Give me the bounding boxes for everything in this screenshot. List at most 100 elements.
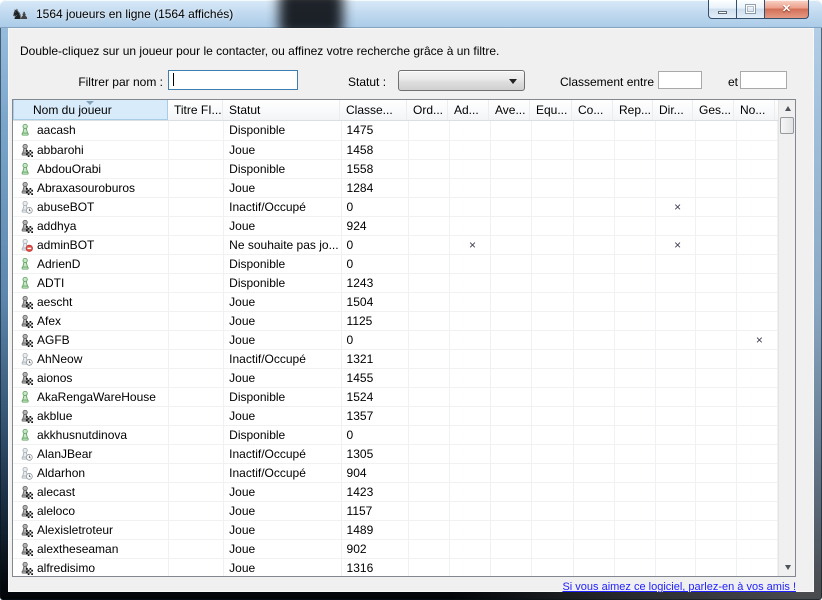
ave-mark-cell <box>491 463 532 482</box>
table-row[interactable]: AGFBJoue0× <box>13 330 778 349</box>
table-row[interactable]: AfexJoue1125 <box>13 311 778 330</box>
classement-cell: 0 <box>341 330 408 349</box>
minimize-button[interactable] <box>708 0 737 19</box>
rating-max-input[interactable] <box>740 71 787 89</box>
equ-mark-cell <box>532 311 574 330</box>
titre-cell <box>169 292 224 311</box>
rating-min-input[interactable] <box>658 71 702 89</box>
table-row[interactable]: akblueJoue1357 <box>13 406 778 425</box>
table-row[interactable]: AhNeowInactif/Occupé1321 <box>13 349 778 368</box>
column-header-name[interactable]: Nom du joueur <box>13 100 168 120</box>
table-row[interactable]: AldarhonInactif/Occupé904 <box>13 463 778 482</box>
no-mark-cell <box>736 178 777 197</box>
column-header-ges[interactable]: Ges... <box>693 100 734 120</box>
table-row[interactable]: adminBOTNe souhaite pas jo...0×× <box>13 235 778 254</box>
co-mark-cell <box>574 197 615 216</box>
column-header-ave[interactable]: Ave... <box>489 100 530 120</box>
dir-mark-cell <box>655 254 695 273</box>
scroll-down-button[interactable] <box>779 559 796 576</box>
ad-mark-cell <box>449 520 490 539</box>
table-row[interactable]: AlexisletroteurJoue1489 <box>13 520 778 539</box>
dir-mark-cell <box>655 311 695 330</box>
dir-mark-cell <box>655 140 695 159</box>
table-row[interactable]: addhyaJoue924 <box>13 216 778 235</box>
co-mark-cell <box>574 292 615 311</box>
player-name-cell: akkhusnutdinova <box>13 425 169 444</box>
scrollbar-thumb[interactable] <box>780 117 794 134</box>
ad-mark-cell <box>449 482 490 501</box>
share-link[interactable]: Si vous aimez ce logiciel, parlez-en à v… <box>562 581 796 593</box>
no-mark-cell <box>736 406 777 425</box>
ges-mark-cell <box>695 159 736 178</box>
column-header-titre[interactable]: Titre FI... <box>168 100 223 120</box>
player-name-cell: AbdouOrabi <box>13 159 169 178</box>
filter-rating-label: Classement entre <box>560 75 654 89</box>
close-button[interactable]: ✕ <box>764 0 809 19</box>
column-header-rep[interactable]: Rep... <box>613 100 653 120</box>
filter-name-input[interactable] <box>168 70 298 90</box>
pawn-available-icon <box>19 123 33 137</box>
titre-cell <box>169 387 224 406</box>
table-row[interactable]: AlanJBearInactif/Occupé1305 <box>13 444 778 463</box>
rep-mark-cell <box>615 140 655 159</box>
table-row[interactable]: alelocoJoue1157 <box>13 501 778 520</box>
column-header-ad[interactable]: Ad... <box>448 100 489 120</box>
equ-mark-cell <box>532 178 574 197</box>
table-rows-area: aacashDisponible1475abbarohiJoue1458Abdo… <box>13 121 778 576</box>
co-mark-cell <box>574 482 615 501</box>
column-header-dir[interactable]: Dir... <box>653 100 693 120</box>
equ-mark-cell <box>532 292 574 311</box>
column-header-co[interactable]: Co... <box>572 100 613 120</box>
ave-mark-cell <box>491 349 532 368</box>
pawn-playing-icon <box>19 314 33 328</box>
rep-mark-cell <box>615 558 655 576</box>
table-row[interactable]: AkaRengaWareHouseDisponible1524 <box>13 387 778 406</box>
sort-arrow-icon <box>86 101 94 105</box>
table-row[interactable]: ADTIDisponible1243 <box>13 273 778 292</box>
no-mark-cell <box>736 349 777 368</box>
co-mark-cell <box>574 444 615 463</box>
titre-cell <box>169 159 224 178</box>
ave-mark-cell <box>491 501 532 520</box>
rep-mark-cell <box>615 121 655 140</box>
ord-mark-cell <box>408 235 449 254</box>
ad-mark-cell <box>449 349 490 368</box>
table-row[interactable]: abuseBOTInactif/Occupé0× <box>13 197 778 216</box>
pawn-playing-icon <box>19 504 33 518</box>
scroll-up-button[interactable] <box>779 100 796 117</box>
player-name-cell: abuseBOT <box>13 197 169 216</box>
co-mark-cell <box>574 539 615 558</box>
table-row[interactable]: aionosJoue1455 <box>13 368 778 387</box>
player-name: abuseBOT <box>37 200 94 214</box>
no-mark-cell <box>736 444 777 463</box>
equ-mark-cell <box>532 349 574 368</box>
table-row[interactable]: abbarohiJoue1458 <box>13 140 778 159</box>
ave-mark-cell <box>491 311 532 330</box>
table-row[interactable]: alecastJoue1423 <box>13 482 778 501</box>
table-row[interactable]: alfredisimoJoue1316 <box>13 558 778 576</box>
titlebar[interactable]: ♞♟ 1564 joueurs en ligne (1564 affichés) <box>0 0 822 28</box>
classement-cell: 924 <box>341 216 408 235</box>
column-header-ord[interactable]: Ord... <box>407 100 448 120</box>
filter-name-wrap <box>168 70 298 90</box>
table-row[interactable]: AdrienDDisponible0 <box>13 254 778 273</box>
table-row[interactable]: alextheseamanJoue902 <box>13 539 778 558</box>
table-row[interactable]: AbraxasouroburosJoue1284 <box>13 178 778 197</box>
table-row[interactable]: akkhusnutdinovaDisponible0 <box>13 425 778 444</box>
player-name-cell: Alexisletroteur <box>13 520 169 539</box>
ad-mark-cell <box>449 197 490 216</box>
column-header-statut[interactable]: Statut <box>223 100 340 120</box>
no-mark-cell <box>736 463 777 482</box>
column-header-classement[interactable]: Classe... <box>340 100 407 120</box>
filter-status-dropdown[interactable] <box>398 70 525 91</box>
column-header-no[interactable]: No... <box>734 100 775 120</box>
table-row[interactable]: AbdouOrabiDisponible1558 <box>13 159 778 178</box>
table-row[interactable]: aacashDisponible1475 <box>13 121 778 140</box>
column-header-equ[interactable]: Equ... <box>530 100 572 120</box>
vertical-scrollbar[interactable] <box>778 100 795 576</box>
player-name-cell: ADTI <box>13 273 169 292</box>
table-row[interactable]: aeschtJoue1504 <box>13 292 778 311</box>
titre-cell <box>169 444 224 463</box>
ges-mark-cell <box>695 558 736 576</box>
maximize-button[interactable] <box>737 0 764 19</box>
